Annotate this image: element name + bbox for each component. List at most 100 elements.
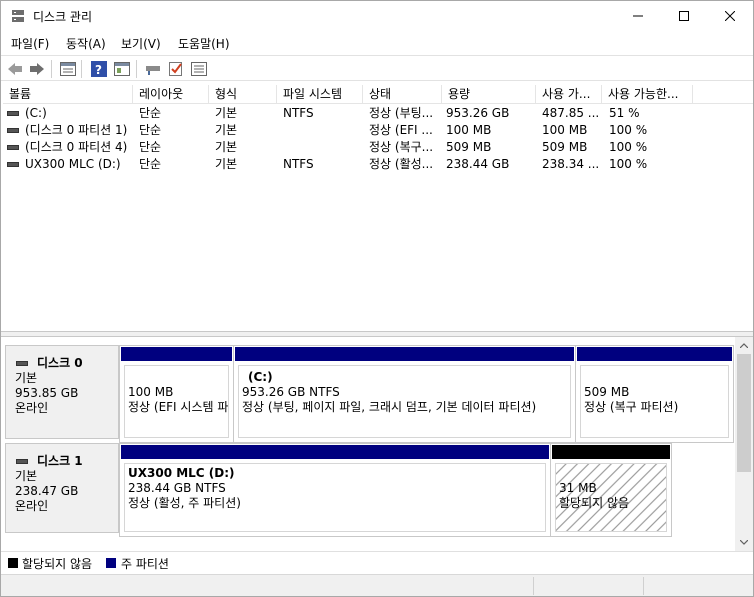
unallocated-bar — [552, 445, 670, 459]
column-header-status[interactable]: 상태 — [363, 85, 442, 104]
toolbar-separator — [51, 60, 52, 78]
maximize-button[interactable] — [661, 1, 707, 31]
volume-free-space: 509 MB — [542, 140, 588, 154]
properties-button[interactable] — [190, 60, 208, 78]
disk-label[interactable]: 디스크 0 기본 953.85 GB 온라인 — [5, 345, 119, 439]
partition-body: (C:) 953.26 GB NTFS 정상 (부팅, 페이지 파일, 크래시 … — [238, 365, 571, 438]
partition-body: 100 MB 정상 (EFI 시스템 파 — [124, 365, 229, 438]
volume-list: 볼륨 레이아웃 형식 파일 시스템 상태 용량 사용 가... 사용 가능한..… — [3, 85, 753, 331]
menu-help[interactable]: 도움말(H) — [178, 35, 230, 52]
close-button[interactable] — [707, 1, 753, 31]
volume-layout: 단순 — [139, 123, 162, 137]
status-pane — [533, 577, 643, 595]
volume-type: 기본 — [215, 123, 238, 137]
volume-name: UX300 MLC (D:) — [25, 157, 121, 171]
partition-size: 100 MB — [128, 385, 174, 399]
disk-graphical-view: 디스크 0 기본 953.85 GB 온라인 100 MB 정상 (EFI 시스… — [3, 337, 734, 551]
legend-unallocated-label: 할당되지 않음 — [22, 557, 93, 571]
partition-efi[interactable]: 100 MB 정상 (EFI 시스템 파 — [119, 345, 234, 443]
chevron-up-icon — [740, 343, 748, 348]
status-pane — [643, 577, 753, 595]
disk-management-icon — [12, 10, 24, 22]
partition-c[interactable]: (C:) 953.26 GB NTFS 정상 (부팅, 페이지 파일, 크래시 … — [233, 345, 576, 443]
disk-label[interactable]: 디스크 1 기본 238.47 GB 온라인 — [5, 443, 119, 533]
menu-file[interactable]: 파일(F) — [11, 35, 49, 52]
connect-button[interactable] — [144, 60, 162, 78]
volume-row[interactable]: UX300 MLC (D:) 단순 기본 NTFS 정상 (활성... 238.… — [3, 156, 753, 173]
minimize-button[interactable] — [615, 1, 661, 31]
back-button[interactable] — [6, 60, 24, 78]
primary-partition-bar — [121, 445, 549, 459]
disk-icon — [16, 361, 28, 366]
volume-icon — [7, 162, 19, 167]
panel-icon — [114, 62, 130, 76]
svg-text:?: ? — [95, 63, 102, 77]
unallocated-swatch — [8, 558, 18, 568]
volume-status: 정상 (EFI ... — [369, 123, 433, 137]
column-header-type[interactable]: 형식 — [209, 85, 277, 104]
check-icon — [169, 62, 182, 76]
scroll-thumb[interactable] — [737, 354, 751, 472]
partition-size: 31 MB — [559, 481, 597, 495]
column-header-percent-free[interactable]: 사용 가능한... — [602, 85, 693, 104]
volume-status: 정상 (활성... — [369, 157, 434, 171]
volume-free-space: 100 MB — [542, 123, 588, 137]
status-bar — [1, 574, 753, 596]
partition-status: 정상 (활성, 주 파티션) — [128, 496, 241, 510]
toolbar-separator — [81, 60, 82, 78]
volume-capacity: 509 MB — [446, 140, 492, 154]
volume-row[interactable]: (C:) 단순 기본 NTFS 정상 (부팅... 953.26 GB 487.… — [3, 105, 753, 122]
disk-type: 기본 — [15, 371, 38, 385]
menu-view[interactable]: 보기(V) — [121, 35, 161, 52]
column-header-file-system[interactable]: 파일 시스템 — [277, 85, 363, 104]
window-title: 디스크 관리 — [33, 10, 93, 24]
partition-body: 31 MB 할당되지 않음 — [555, 463, 667, 532]
volume-name: (디스크 0 파티션 4) — [25, 140, 128, 154]
partition-recovery[interactable]: 509 MB 정상 (복구 파티션) — [575, 345, 734, 443]
check-button[interactable] — [167, 60, 185, 78]
show-hide-panel-button[interactable] — [113, 60, 131, 78]
toolbar: ? — [1, 55, 753, 81]
vertical-scrollbar[interactable] — [735, 337, 753, 551]
partition-status: 할당되지 않음 — [559, 496, 630, 510]
menu-bar: 파일(F) 동작(A) 보기(V) 도움말(H) — [1, 32, 753, 54]
volume-row[interactable]: (디스크 0 파티션 4) 단순 기본 정상 (복구... 509 MB 509… — [3, 139, 753, 156]
column-header-free-space[interactable]: 사용 가... — [536, 85, 602, 104]
volume-percent-free: 51 % — [609, 106, 640, 120]
partition-size: 238.44 GB NTFS — [128, 481, 226, 495]
list-view-icon — [60, 62, 76, 76]
scroll-down-button[interactable] — [735, 534, 753, 551]
column-header-capacity[interactable]: 용량 — [442, 85, 536, 104]
volume-name: (디스크 0 파티션 1) — [25, 123, 128, 137]
forward-button[interactable] — [28, 60, 46, 78]
partition-status: 정상 (복구 파티션) — [584, 400, 679, 414]
disk-row: 디스크 0 기본 953.85 GB 온라인 100 MB 정상 (EFI 시스… — [3, 345, 734, 443]
volume-file-system: NTFS — [283, 157, 314, 171]
volume-type: 기본 — [215, 140, 238, 154]
volume-percent-free: 100 % — [609, 140, 648, 154]
back-icon — [8, 63, 22, 75]
disk-state: 온라인 — [15, 401, 49, 415]
partition-status: 정상 (EFI 시스템 파 — [128, 400, 229, 414]
column-header-volume[interactable]: 볼륨 — [3, 85, 133, 104]
volume-capacity: 100 MB — [446, 123, 492, 137]
volume-capacity: 238.44 GB — [446, 157, 510, 171]
legend-primary-label: 주 파티션 — [121, 557, 169, 571]
volume-file-system: NTFS — [283, 106, 314, 120]
partition-unallocated[interactable]: 31 MB 할당되지 않음 — [550, 443, 672, 537]
column-header-layout[interactable]: 레이아웃 — [133, 85, 209, 104]
partition-d[interactable]: UX300 MLC (D:) 238.44 GB NTFS 정상 (활성, 주 … — [119, 443, 551, 537]
volume-file-system — [283, 122, 363, 139]
title-bar: 디스크 관리 — [1, 1, 753, 31]
volume-layout: 단순 — [139, 140, 162, 154]
help-button[interactable]: ? — [90, 60, 108, 78]
toolbar-separator — [136, 60, 137, 78]
scroll-up-button[interactable] — [735, 337, 753, 354]
legend: 할당되지 않음 주 파티션 — [1, 551, 753, 573]
volume-layout: 단순 — [139, 157, 162, 171]
list-view-button[interactable] — [59, 60, 77, 78]
disk-row: 디스크 1 기본 238.47 GB 온라인 UX300 MLC (D:) 23… — [3, 443, 734, 537]
menu-action[interactable]: 동작(A) — [66, 35, 106, 52]
volume-row[interactable]: (디스크 0 파티션 1) 단순 기본 정상 (EFI ... 100 MB 1… — [3, 122, 753, 139]
volume-layout: 단순 — [139, 106, 162, 120]
